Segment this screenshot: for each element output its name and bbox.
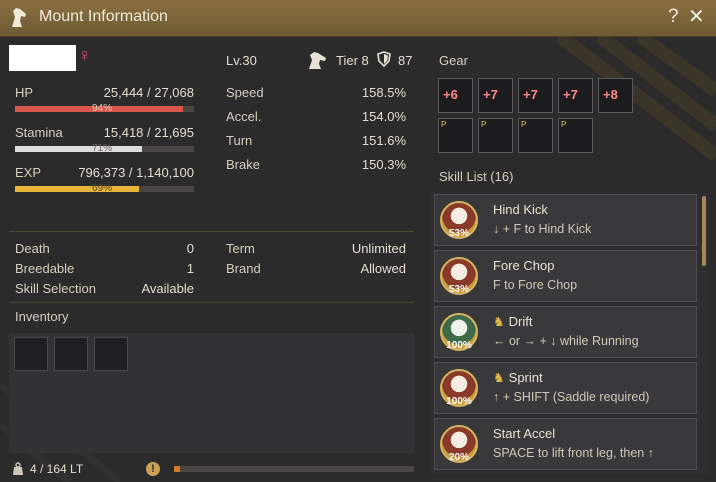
stamina-percent: 71% [92,143,113,154]
turn-label: Turn [226,133,253,148]
brake-value: 150.3% [361,157,406,172]
gear-slot-stirrups[interactable]: +7 [478,78,513,113]
exp-percent: 69% [92,183,113,194]
horse-icon: ♞ [493,314,505,329]
exp-value: 796,373 / 1,140,100 [78,165,194,180]
tier-horse-icon [309,52,326,69]
enhancement-level: +7 [523,87,538,102]
skill-description: ↑ + SHIFT (Saddle required) [493,390,650,404]
breedable-value: 1 [186,261,194,276]
gear-slot-saddle[interactable]: +6 [438,78,473,113]
help-button[interactable]: ? [668,6,679,28]
horse-icon: ♞ [493,370,505,385]
inventory-weight: 4 / 164 LT [30,462,84,476]
divider [9,231,414,232]
skill-name-row: ♞ Sprint [493,370,543,386]
inventory-slot[interactable] [94,337,128,371]
armor-value: 87 [398,53,413,68]
skill-name: Drift [508,314,533,329]
skill-mastery: 100% [446,396,472,407]
premium-marker: P [481,120,487,129]
death-value: 0 [186,241,194,256]
skill-mastery: 100% [446,340,472,351]
skill-description: ↓ + F to Hind Kick [493,222,592,236]
breedable-label: Breedable [15,261,75,276]
term-label: Term [226,241,255,256]
skill-card-start-accel[interactable]: 20% Start Accel SPACE to lift front leg,… [434,418,697,470]
inventory-label: Inventory [15,309,69,324]
window-title: Mount Information [39,8,168,25]
skill-selection-value: Available [141,281,194,296]
inventory-slot[interactable] [54,337,88,371]
skill-card-drift[interactable]: 100% ♞ Drift ← or → + ↓ while Running [434,306,697,358]
skill-description: F to Fore Chop [493,278,578,292]
skill-name: Fore Chop [493,258,555,273]
accel-label: Accel. [226,109,262,124]
exp-label: EXP [15,165,42,180]
premium-marker: P [521,120,527,129]
skill-selection-label: Skill Selection [15,281,96,296]
hp-value: 25,444 / 27,068 [103,85,194,100]
mount-level: Lv.30 [226,53,257,68]
skill-list-label: Skill List (16) [439,169,514,184]
weight-icon [13,462,23,475]
mount-name-field[interactable] [9,45,76,71]
skill-mastery: 53% [448,228,469,239]
gear-slot-outfit[interactable]: P [558,118,593,153]
close-button[interactable]: ✕ [688,4,705,29]
mount-tier: Tier 8 [336,53,369,68]
skill-card-fore-chop[interactable]: 53% Fore Chop F to Fore Chop [434,250,697,302]
skill-list-scrollbar[interactable] [702,196,706,266]
speed-value: 158.5% [361,85,406,100]
horse-head-icon [12,8,26,27]
gear-slot-outfit[interactable]: P [518,118,553,153]
brand-label: Brand [226,261,261,276]
stamina-value: 15,418 / 21,695 [103,125,194,140]
term-value: Unlimited [351,241,406,256]
skill-name: Hind Kick [493,202,548,217]
accel-value: 154.0% [361,109,406,124]
gear-slot-outfit[interactable]: P [438,118,473,153]
premium-marker: P [441,120,447,129]
gear-slot-champron[interactable]: +7 [558,78,593,113]
inventory-slot[interactable] [14,337,48,371]
skill-mastery: 20% [448,452,469,463]
gear-slot-barding[interactable]: +7 [518,78,553,113]
enhancement-level: +7 [483,87,498,102]
skill-card-sprint[interactable]: 100% ♞ Sprint ↑ + SHIFT (Saddle required) [434,362,697,414]
hp-percent: 94% [92,103,113,114]
gear-slot-outfit[interactable]: P [478,118,513,153]
skill-card-hind-kick[interactable]: 53% Hind Kick ↓ + F to Hind Kick [434,194,697,246]
skill-list[interactable]: 53% Hind Kick ↓ + F to Hind Kick 53% For… [430,192,710,474]
shield-icon [377,51,391,67]
hp-label: HP [15,85,34,100]
gender-icon: ♀ [78,45,92,65]
weight-bar [174,466,414,472]
info-icon[interactable]: ! [146,462,160,476]
skill-description: SPACE to lift front leg, then ↑ [493,446,654,460]
divider [9,302,414,303]
enhancement-level: +7 [563,87,578,102]
gear-slot-horseshoe[interactable]: +8 [598,78,633,113]
turn-value: 151.6% [361,133,406,148]
death-label: Death [15,241,50,256]
premium-marker: P [561,120,567,129]
skill-name: Sprint [508,370,543,385]
stamina-label: Stamina [15,125,63,140]
title-bar: Mount Information ? ✕ [0,0,716,37]
enhancement-level: +6 [443,87,458,102]
skill-name: Start Accel [493,426,556,441]
skill-mastery: 53% [448,284,469,295]
skill-description: ← or → + ↓ while Running [493,334,639,348]
brand-value: Allowed [360,261,406,276]
skill-name-row: ♞ Drift [493,314,533,330]
gear-label: Gear [439,53,468,68]
enhancement-level: +8 [603,87,618,102]
speed-label: Speed [226,85,264,100]
brake-label: Brake [226,157,260,172]
